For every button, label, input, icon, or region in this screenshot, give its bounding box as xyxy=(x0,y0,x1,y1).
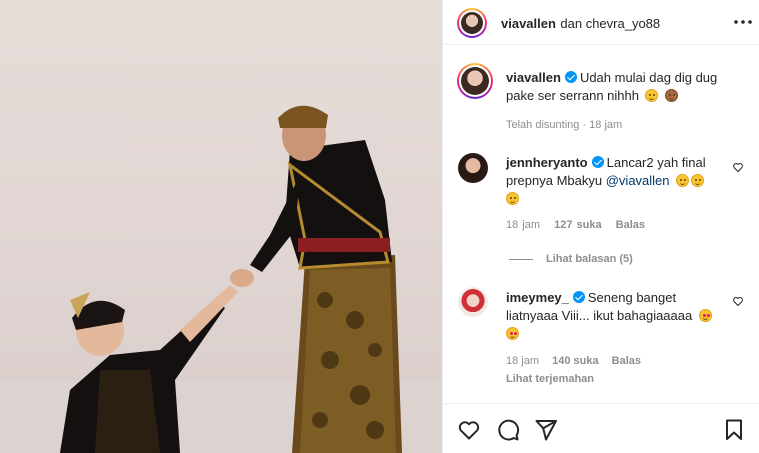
bookmark-icon[interactable] xyxy=(722,418,746,442)
comment-1-likes[interactable]: 127 suka xyxy=(554,219,601,231)
header-username[interactable]: viavallen xyxy=(501,16,556,31)
caption-line1: Udah mulai dag dig dug xyxy=(579,70,718,85)
hugging-face-icon xyxy=(506,192,519,205)
caption-avatar[interactable] xyxy=(457,63,493,99)
comment-username-2[interactable]: imeymey_ xyxy=(506,290,569,305)
comment-2-time: 18 jam xyxy=(506,355,540,367)
post-actions-bar xyxy=(443,403,759,453)
post-details-panel: viavallen dan chevra_yo88 viavallen Udah … xyxy=(442,0,759,453)
comment-text-1: jennheryanto Lancar2 yah final prepnya Mb… xyxy=(506,154,731,208)
comment-2-reply-button[interactable]: Balas xyxy=(612,355,641,367)
caption-time: 18 jam xyxy=(589,119,623,131)
view-replies-button[interactable]: Lihat balasan (5) xyxy=(546,253,633,265)
comment-1-reply-button[interactable]: Balas xyxy=(616,219,645,231)
comment-username-1[interactable]: jennheryanto xyxy=(506,155,588,170)
comment-icon[interactable] xyxy=(496,418,520,442)
comment-2-meta: 18 jam 140 suka Balas xyxy=(506,355,641,367)
header-avatar[interactable] xyxy=(457,8,487,38)
comment-2-likes[interactable]: 140 suka xyxy=(552,355,598,367)
comment-avatar-imeymey[interactable] xyxy=(458,287,488,317)
verified-badge-icon xyxy=(572,291,585,303)
hugging-face-icon xyxy=(690,174,704,187)
verified-badge-icon xyxy=(591,156,604,168)
comment-2-line1: Seneng banget xyxy=(587,290,677,305)
more-horizontal-icon[interactable] xyxy=(733,16,753,28)
caption-username[interactable]: viavallen xyxy=(506,70,561,85)
caption-edited: Telah disunting xyxy=(506,119,580,131)
comment-1-time: 18 jam xyxy=(506,219,541,231)
winking-face-icon xyxy=(645,89,659,102)
comment-1-meta: 18 jam 127 suka Balas xyxy=(506,219,645,231)
header-collaborators[interactable]: dan chevra_yo88 xyxy=(560,16,660,31)
heart-icon[interactable] xyxy=(457,418,481,442)
hugging-face-icon xyxy=(675,174,689,187)
see-no-evil-monkey-icon xyxy=(664,89,678,102)
comment-like-heart-icon[interactable] xyxy=(732,161,744,173)
post-header: viavallen dan chevra_yo88 xyxy=(443,0,759,45)
heart-eyes-icon xyxy=(506,327,519,340)
caption-text: viavallen Udah mulai dag dig dug pake ser… xyxy=(506,69,751,105)
comment-2-line2: liatnyaaa Viii... ikut bahagiaaaaa xyxy=(506,308,693,323)
comment-like-heart-icon[interactable] xyxy=(732,295,744,307)
photo-illustration xyxy=(0,105,442,453)
comment-1-mention[interactable]: @viavallen xyxy=(606,173,670,188)
translate-button[interactable]: Lihat terjemahan xyxy=(506,373,594,385)
heart-eyes-icon xyxy=(698,309,712,322)
post-photo[interactable] xyxy=(0,0,442,453)
comment-text-2: imeymey_ Seneng banget liatnyaaa Viii... … xyxy=(506,289,731,343)
caption-meta: Telah disunting · 18 jam xyxy=(506,119,623,131)
comment-1-line1: Lancar2 yah final xyxy=(606,155,706,170)
caption-line2: pake ser serrann nihhh xyxy=(506,88,639,103)
replies-divider xyxy=(509,259,533,260)
comment-1-line2: prepnya Mbakyu xyxy=(506,173,606,188)
verified-badge-icon xyxy=(564,71,577,83)
comment-avatar-jennheryanto[interactable] xyxy=(458,153,488,183)
send-icon[interactable] xyxy=(534,418,558,442)
